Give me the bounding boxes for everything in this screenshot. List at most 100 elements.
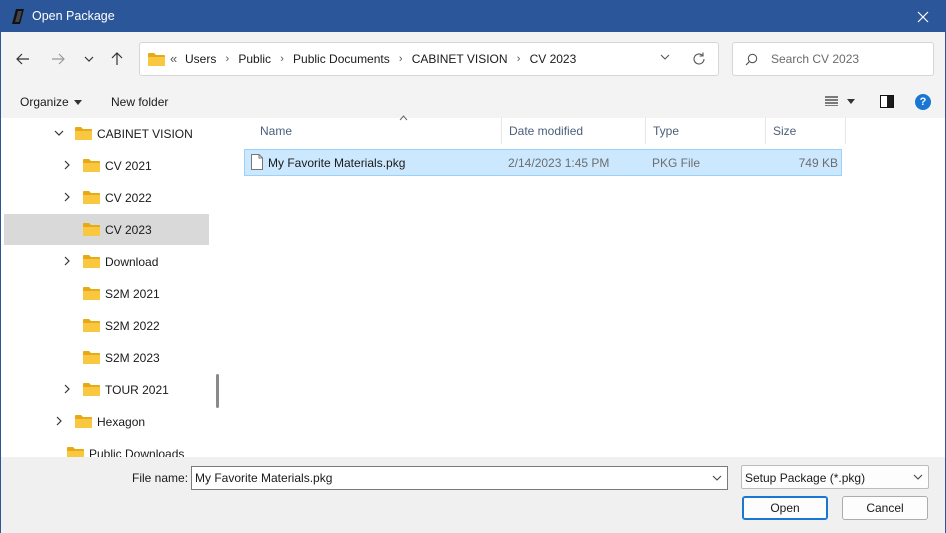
- tree-item-cabinet-vision[interactable]: CABINET VISION: [4, 118, 209, 149]
- tree-item-download[interactable]: Download: [4, 246, 209, 277]
- folder-icon: [75, 415, 92, 428]
- close-icon: [917, 11, 929, 22]
- chevron-right-icon[interactable]: [54, 416, 64, 426]
- dialog-footer: File name: Setup Package (*.pkg) Open Ca…: [1, 457, 945, 533]
- tree-item-s2m-2021[interactable]: S2M 2021: [4, 278, 209, 309]
- folder-icon: [67, 447, 84, 457]
- tree-item-label: CABINET VISION: [97, 127, 193, 141]
- scrollbar-thumb[interactable]: [216, 374, 219, 408]
- column-header-size[interactable]: Size: [766, 118, 846, 144]
- tree-item-s2m-2022[interactable]: S2M 2022: [4, 310, 209, 341]
- arrow-left-icon: [16, 53, 29, 65]
- folder-icon: [148, 53, 165, 66]
- breadcrumb-separator[interactable]: ›: [390, 53, 412, 65]
- chevron-right-icon[interactable]: [62, 256, 72, 266]
- window-title: Open Package: [32, 9, 115, 23]
- change-view-button[interactable]: [825, 96, 855, 106]
- column-header-type[interactable]: Type: [646, 118, 766, 144]
- file-date: 2/14/2023 1:45 PM: [508, 156, 610, 170]
- chevron-down-icon[interactable]: [712, 475, 722, 481]
- folder-icon: [83, 159, 100, 172]
- breadcrumb-separator[interactable]: ›: [271, 53, 293, 65]
- address-overflow[interactable]: «: [170, 51, 177, 66]
- chevron-down-icon[interactable]: [54, 128, 64, 138]
- folder-icon: [83, 383, 100, 396]
- open-package-dialog: Open Package « Users › Public › Public D…: [0, 0, 946, 533]
- cancel-button[interactable]: Cancel: [842, 496, 928, 520]
- file-list: Name Date modified Type Size My Favorite…: [227, 115, 945, 457]
- recent-locations-button[interactable]: [77, 49, 101, 69]
- tree-item-label: Public Downloads: [89, 447, 185, 457]
- navigation-pane: CABINET VISION CV 2021 CV 2022 CV 2023 D…: [1, 118, 227, 457]
- forward-button[interactable]: [46, 49, 70, 69]
- tree-item-s2m-2023[interactable]: S2M 2023: [4, 342, 209, 373]
- back-button[interactable]: [11, 49, 35, 69]
- tree-item-label: TOUR 2021: [105, 383, 169, 397]
- open-button[interactable]: Open: [742, 496, 828, 520]
- tree-item-cv-2022[interactable]: CV 2022: [4, 182, 209, 213]
- file-type-select[interactable]: Setup Package (*.pkg): [741, 465, 929, 489]
- address-dropdown-icon[interactable]: [660, 54, 670, 60]
- refresh-icon[interactable]: [692, 52, 706, 66]
- breadcrumb-public[interactable]: Public: [238, 52, 271, 66]
- folder-icon: [83, 287, 100, 300]
- new-folder-button[interactable]: New folder: [111, 95, 168, 109]
- file-name-combobox[interactable]: [191, 466, 728, 490]
- breadcrumb-public-documents[interactable]: Public Documents: [293, 52, 390, 66]
- help-button[interactable]: ?: [915, 94, 931, 110]
- file-name-input[interactable]: [195, 471, 695, 485]
- caret-down-icon: [847, 98, 855, 104]
- chevron-right-icon[interactable]: [62, 384, 72, 394]
- organize-label: Organize: [20, 95, 69, 109]
- up-button[interactable]: [105, 49, 129, 69]
- folder-icon: [83, 255, 100, 268]
- column-header-name[interactable]: Name: [253, 115, 502, 144]
- tree-item-label: S2M 2022: [105, 319, 160, 333]
- tree-item-public-downloads[interactable]: Public Downloads: [4, 438, 209, 457]
- column-label: Date modified: [509, 124, 584, 138]
- tree-item-label: S2M 2021: [105, 287, 160, 301]
- folder-icon: [83, 351, 100, 364]
- breadcrumb-cv-2023[interactable]: CV 2023: [530, 52, 577, 66]
- breadcrumb: Users › Public › Public Documents › CABI…: [185, 52, 576, 66]
- tree-item-hexagon[interactable]: Hexagon: [4, 406, 209, 437]
- file-type: PKG File: [652, 156, 701, 170]
- arrow-right-icon: [52, 53, 65, 65]
- breadcrumb-separator[interactable]: ›: [508, 53, 530, 65]
- column-label: Type: [653, 124, 680, 138]
- chevron-right-icon[interactable]: [62, 160, 72, 170]
- file-row[interactable]: My Favorite Materials.pkg 2/14/2023 1:45…: [244, 149, 842, 176]
- preview-pane-icon[interactable]: [880, 95, 894, 108]
- tree-item-label: Download: [105, 255, 159, 269]
- address-bar[interactable]: « Users › Public › Public Documents › CA…: [139, 42, 719, 76]
- arrow-up-icon: [111, 52, 123, 65]
- tree-item-tour-2021[interactable]: TOUR 2021: [4, 374, 209, 405]
- file-name: My Favorite Materials.pkg: [268, 156, 406, 170]
- folder-icon: [75, 127, 92, 140]
- tree-item-cv-2023[interactable]: CV 2023: [4, 214, 209, 245]
- search-input[interactable]: [771, 51, 926, 67]
- search-box[interactable]: [732, 42, 934, 76]
- folder-icon: [83, 191, 100, 204]
- search-icon: [745, 53, 758, 66]
- caret-down-icon: [73, 99, 82, 105]
- command-bar: Organize New folder ?: [1, 86, 945, 118]
- folder-icon: [83, 319, 100, 332]
- file-name-label: File name:: [132, 471, 189, 485]
- column-label: Name: [260, 124, 293, 138]
- tree-item-label: S2M 2023: [105, 351, 160, 365]
- chevron-down-icon: [913, 474, 923, 480]
- chevron-down-icon: [84, 56, 94, 62]
- tree-item-label: CV 2023: [105, 223, 152, 237]
- navigation-bar: « Users › Public › Public Documents › CA…: [1, 32, 945, 86]
- breadcrumb-users[interactable]: Users: [185, 52, 216, 66]
- file-type-value: Setup Package (*.pkg): [745, 471, 866, 485]
- column-header-date[interactable]: Date modified: [502, 118, 646, 144]
- close-button[interactable]: [901, 1, 945, 32]
- file-size: 749 KB: [798, 156, 838, 170]
- tree-item-cv-2021[interactable]: CV 2021: [4, 150, 209, 181]
- breadcrumb-cabinet-vision[interactable]: CABINET VISION: [412, 52, 508, 66]
- organize-button[interactable]: Organize: [20, 95, 82, 109]
- breadcrumb-separator[interactable]: ›: [216, 53, 238, 65]
- chevron-right-icon[interactable]: [62, 192, 72, 202]
